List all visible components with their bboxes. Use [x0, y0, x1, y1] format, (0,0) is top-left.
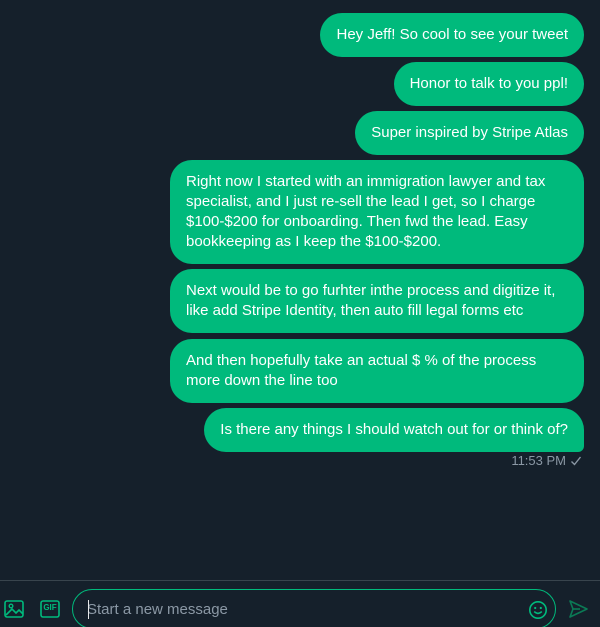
- send-button[interactable]: [564, 595, 592, 623]
- send-icon: [569, 600, 588, 618]
- emoji-icon: [529, 601, 547, 619]
- message-list: Hey Jeff! So cool to see your tweet Hono…: [0, 0, 600, 580]
- gif-button[interactable]: GIF: [36, 595, 64, 623]
- text-caret: [88, 600, 89, 619]
- message-composer: GIF: [0, 581, 600, 627]
- message-bubble[interactable]: Next would be to go furhter inthe proces…: [170, 269, 584, 333]
- gif-label: GIF: [43, 603, 57, 612]
- media-button[interactable]: [0, 595, 28, 623]
- timestamp-text: 11:53 PM: [511, 453, 566, 468]
- message-bubble[interactable]: And then hopefully take an actual $ % of…: [170, 339, 584, 403]
- image-icon: [4, 600, 24, 618]
- message-bubble[interactable]: Right now I started with an immigration …: [170, 160, 584, 264]
- message-bubble[interactable]: Honor to talk to you ppl!: [393, 62, 584, 106]
- message-input-container: [72, 589, 556, 627]
- message-input[interactable]: [87, 590, 507, 627]
- dm-conversation: Hey Jeff! So cool to see your tweet Hono…: [0, 0, 600, 627]
- emoji-button[interactable]: [524, 596, 552, 624]
- message-timestamp: 11:53 PM: [511, 453, 582, 468]
- message-bubble[interactable]: Is there any things I should watch out f…: [204, 408, 584, 452]
- message-bubble[interactable]: Hey Jeff! So cool to see your tweet: [320, 13, 584, 57]
- message-bubble[interactable]: Super inspired by Stripe Atlas: [355, 111, 584, 155]
- checkmark-icon: [571, 456, 582, 466]
